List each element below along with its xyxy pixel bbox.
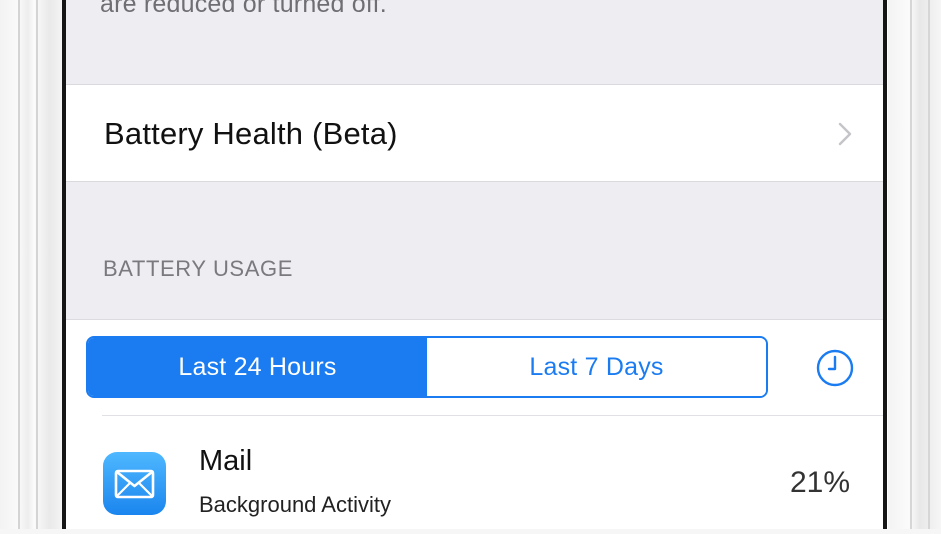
battery-usage-panel: Last 24 Hours Last 7 Days Mail Backgroun… (66, 319, 883, 534)
usage-divider (102, 415, 883, 416)
chevron-right-icon (838, 122, 852, 146)
segment-last-7-days[interactable]: Last 7 Days (427, 338, 766, 396)
usage-period-segmented-control: Last 24 Hours Last 7 Days (86, 336, 768, 398)
battery-usage-header: BATTERY USAGE (103, 256, 293, 281)
phone-bezel-left (0, 0, 62, 534)
mail-app-icon (103, 452, 166, 515)
screen-frame-right (883, 0, 887, 534)
phone-bezel-right (888, 0, 941, 534)
phone-bezel-bottom (0, 529, 941, 534)
power-note-text: are reduced or turned off. (100, 0, 387, 18)
battery-settings-screen: are reduced or turned off. Battery Healt… (66, 0, 883, 534)
segment-last-24-hours[interactable]: Last 24 Hours (88, 338, 427, 396)
battery-health-label: Battery Health (Beta) (104, 116, 398, 151)
app-name: Mail (199, 445, 253, 477)
clock-icon[interactable] (815, 348, 855, 388)
mail-envelope-icon (114, 469, 155, 499)
app-subtitle: Background Activity (199, 492, 391, 517)
app-usage-percent: 21% (790, 466, 851, 499)
battery-health-row[interactable]: Battery Health (Beta) (66, 84, 883, 182)
